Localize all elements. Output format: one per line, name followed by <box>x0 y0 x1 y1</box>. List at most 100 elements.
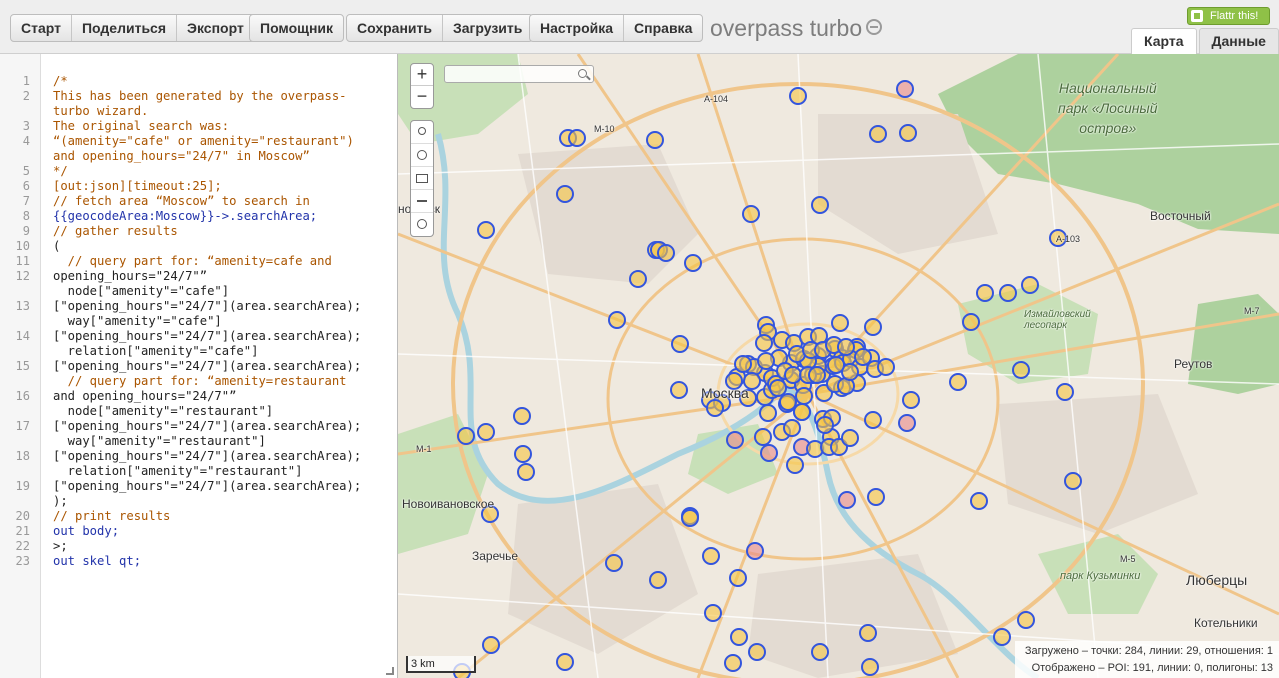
poi-marker[interactable] <box>789 87 807 105</box>
poi-marker[interactable] <box>999 284 1017 302</box>
poi-marker[interactable] <box>859 624 877 642</box>
poi-marker[interactable] <box>838 491 856 509</box>
map-search-input[interactable] <box>444 65 594 83</box>
poi-marker[interactable] <box>670 381 688 399</box>
poi-marker[interactable] <box>783 419 801 437</box>
poi-marker[interactable] <box>556 185 574 203</box>
poi-marker[interactable] <box>811 196 829 214</box>
poi-marker[interactable] <box>976 284 994 302</box>
code-editor[interactable]: 1 2 3 4 5 6 7 8 9 10 11 12 13 14 15 16 17 18 19 20 21 22 23 /*… <box>0 54 398 678</box>
zoom-in-button[interactable]: + <box>411 64 433 86</box>
poi-marker[interactable] <box>514 445 532 463</box>
poi-marker[interactable] <box>811 643 829 661</box>
poi-marker[interactable] <box>646 131 664 149</box>
poi-marker[interactable] <box>970 492 988 510</box>
poi-marker[interactable] <box>605 554 623 572</box>
poi-marker[interactable] <box>671 335 689 353</box>
poi-marker[interactable] <box>457 427 475 445</box>
poi-marker[interactable] <box>869 125 887 143</box>
poi-marker[interactable] <box>827 356 845 374</box>
zoom-to-data-icon[interactable] <box>411 121 433 144</box>
poi-marker[interactable] <box>1056 383 1074 401</box>
poi-marker[interactable] <box>962 313 980 331</box>
data-toggle-icon[interactable] <box>411 213 433 236</box>
wizard-button[interactable]: Помощник <box>250 15 343 41</box>
poi-marker[interactable] <box>861 658 879 676</box>
poi-marker[interactable] <box>784 366 802 384</box>
poi-marker[interactable] <box>755 334 773 352</box>
poi-marker[interactable] <box>608 311 626 329</box>
code-line: // print results <box>53 509 171 523</box>
poi-marker[interactable] <box>854 348 872 366</box>
image-export-icon[interactable] <box>411 167 433 190</box>
load-button[interactable]: Загрузить <box>443 15 532 41</box>
poi-marker[interactable] <box>831 314 849 332</box>
back-icon[interactable] <box>411 190 433 213</box>
poi-marker[interactable] <box>477 221 495 239</box>
poi-marker[interactable] <box>795 387 813 405</box>
poi-marker[interactable] <box>837 338 855 356</box>
poi-marker[interactable] <box>724 654 742 672</box>
poi-marker[interactable] <box>867 488 885 506</box>
poi-marker[interactable] <box>748 643 766 661</box>
poi-marker[interactable] <box>877 358 895 376</box>
poi-marker[interactable] <box>513 407 531 425</box>
export-button[interactable]: Экспорт <box>177 15 254 41</box>
poi-marker[interactable] <box>1017 611 1035 629</box>
tab-map[interactable]: Карта <box>1131 28 1197 54</box>
poi-marker[interactable] <box>898 414 916 432</box>
poi-marker[interactable] <box>729 569 747 587</box>
poi-marker[interactable] <box>993 628 1011 646</box>
settings-button[interactable]: Настройка <box>530 15 625 41</box>
poi-marker[interactable] <box>949 373 967 391</box>
poi-marker[interactable] <box>482 636 500 654</box>
map-view[interactable]: Москва Национальный парк «Лосиный остров… <box>398 54 1279 678</box>
poi-marker[interactable] <box>896 80 914 98</box>
poi-marker[interactable] <box>568 129 586 147</box>
poi-marker[interactable] <box>734 355 752 373</box>
poi-marker[interactable] <box>657 244 675 262</box>
poi-marker[interactable] <box>902 391 920 409</box>
poi-marker[interactable] <box>684 254 702 272</box>
poi-marker[interactable] <box>760 444 778 462</box>
poi-marker[interactable] <box>702 547 720 565</box>
poi-marker[interactable] <box>841 429 859 447</box>
poi-marker[interactable] <box>517 463 535 481</box>
poi-marker[interactable] <box>1012 361 1030 379</box>
poi-marker[interactable] <box>556 653 574 671</box>
poi-marker[interactable] <box>629 270 647 288</box>
poi-marker[interactable] <box>864 411 882 429</box>
locate-icon[interactable] <box>411 144 433 167</box>
tab-data[interactable]: Данные <box>1198 28 1279 54</box>
poi-marker[interactable] <box>757 352 775 370</box>
poi-marker[interactable] <box>477 423 495 441</box>
poi-marker[interactable] <box>649 571 667 589</box>
poi-marker[interactable] <box>899 124 917 142</box>
poi-marker[interactable] <box>1064 472 1082 490</box>
poi-marker[interactable] <box>786 456 804 474</box>
poi-marker[interactable] <box>759 404 777 422</box>
resize-handle[interactable] <box>386 667 394 675</box>
poi-marker[interactable] <box>726 431 744 449</box>
poi-marker[interactable] <box>816 416 834 434</box>
poi-marker[interactable] <box>754 428 772 446</box>
poi-marker[interactable] <box>704 604 722 622</box>
poi-marker[interactable] <box>730 628 748 646</box>
save-button[interactable]: Сохранить <box>347 15 443 41</box>
start-button[interactable]: Старт <box>11 15 72 41</box>
share-button[interactable]: Поделиться <box>72 15 178 41</box>
help-button[interactable]: Справка <box>624 15 702 41</box>
poi-marker[interactable] <box>746 542 764 560</box>
poi-marker[interactable] <box>706 399 724 417</box>
poi-marker[interactable] <box>769 379 787 397</box>
flattr-button[interactable]: Flattr this! <box>1187 7 1270 25</box>
label-vostochny: Восточный <box>1150 209 1211 223</box>
zoom-out-button[interactable]: − <box>411 86 433 108</box>
poi-marker[interactable] <box>1021 276 1039 294</box>
poi-marker[interactable] <box>681 509 699 527</box>
poi-marker[interactable] <box>864 318 882 336</box>
poi-marker[interactable] <box>793 403 811 421</box>
poi-marker[interactable] <box>808 366 826 384</box>
poi-marker[interactable] <box>779 393 797 411</box>
poi-marker[interactable] <box>742 205 760 223</box>
